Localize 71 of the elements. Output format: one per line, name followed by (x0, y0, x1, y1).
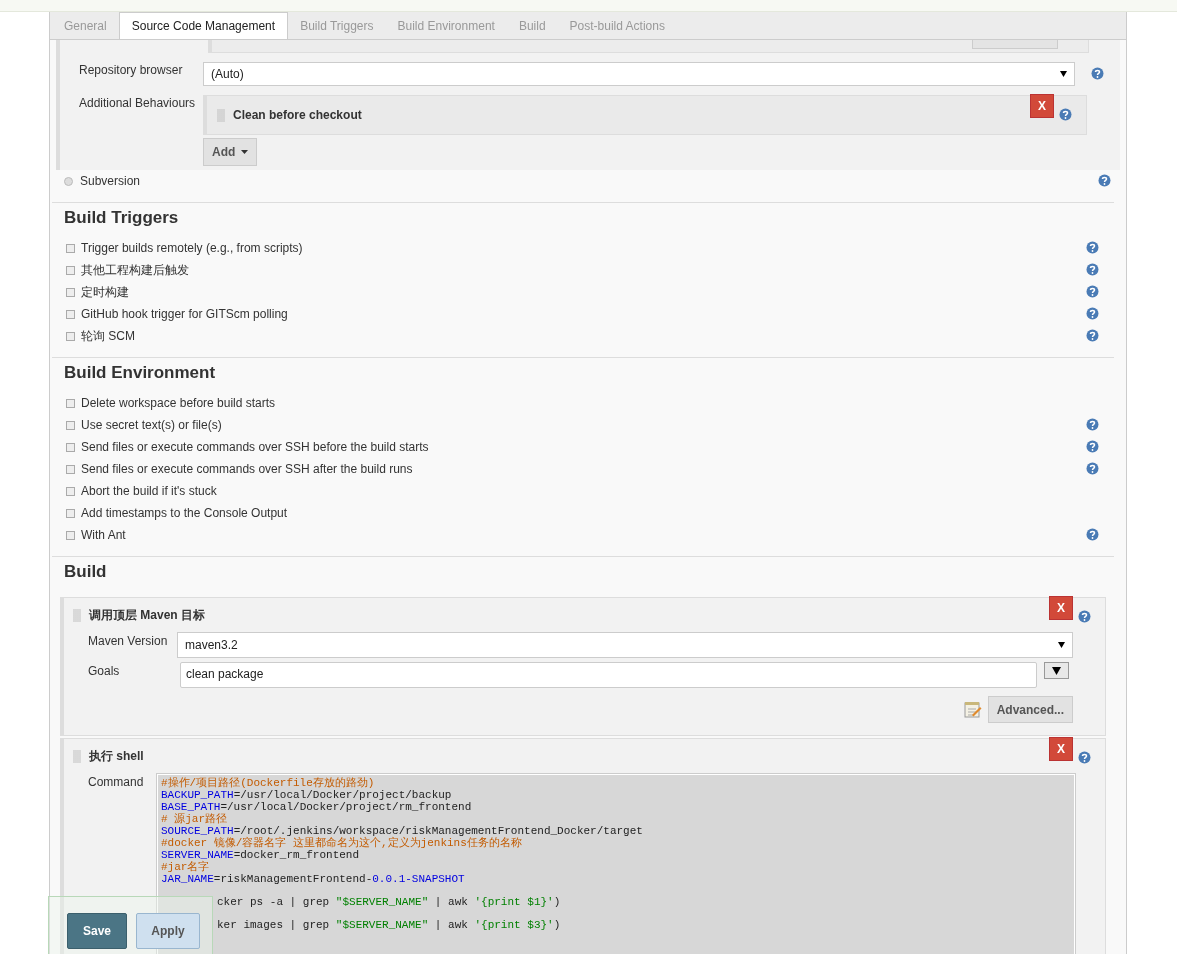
checkbox[interactable] (66, 309, 75, 319)
repository-browser-select[interactable]: (Auto) (203, 62, 1075, 86)
delete-button[interactable]: X (1049, 737, 1073, 761)
caret-icon (1060, 71, 1067, 77)
checkbox[interactable] (66, 287, 75, 297)
caret-icon (241, 150, 249, 154)
caret-icon (1058, 642, 1065, 648)
expand-button[interactable] (1044, 662, 1069, 679)
add-button[interactable]: Add (203, 138, 258, 166)
option-label: Use secret text(s) or file(s) (81, 418, 222, 432)
checkbox[interactable] (66, 398, 75, 408)
drag-handle-icon[interactable] (73, 609, 81, 622)
section-heading: Build Environment (63, 362, 217, 384)
action-button[interactable]: Save (67, 912, 127, 949)
help-icon[interactable] (1086, 285, 1099, 298)
checkbox[interactable] (66, 486, 75, 496)
section-heading: Build Triggers (63, 207, 180, 229)
help-icon[interactable] (1078, 610, 1091, 623)
help-icon[interactable] (1086, 329, 1099, 342)
triangle-icon (1052, 666, 1061, 675)
option-label: Subversion (80, 174, 141, 188)
radio-button[interactable] (64, 176, 73, 186)
step-title: 执行 shell (89, 748, 144, 765)
advanced-button[interactable]: Advanced... (987, 696, 1073, 723)
option-label: GitHub hook trigger for GITScm polling (81, 307, 288, 321)
behaviour-title: Clean before checkout (233, 108, 362, 122)
goals-field[interactable]: clean package (180, 662, 1037, 688)
checkbox[interactable] (66, 331, 75, 341)
option-label: Trigger builds remotely (e.g., from scripts) (81, 241, 303, 255)
help-icon[interactable] (1091, 67, 1104, 80)
field-label: Repository browser (78, 62, 184, 77)
option-label: Send files or execute commands over SSH after the build runs (81, 462, 413, 476)
help-icon[interactable] (1086, 241, 1099, 254)
help-icon[interactable] (1078, 751, 1091, 764)
drag-handle-icon[interactable] (73, 750, 81, 763)
checkbox[interactable] (66, 420, 75, 430)
help-icon[interactable] (1086, 418, 1099, 431)
section-heading: Build (63, 561, 108, 583)
field-label: Goals (87, 663, 121, 678)
notepad-icon[interactable] (963, 701, 982, 718)
help-icon[interactable] (1086, 440, 1099, 453)
checkbox[interactable] (66, 530, 75, 540)
field-label: Maven Version (87, 633, 169, 648)
field-label: Command (87, 774, 145, 789)
help-icon[interactable] (1086, 263, 1099, 276)
step-title: 调用顶层 Maven 目标 (89, 607, 205, 624)
help-icon[interactable] (1098, 174, 1111, 187)
checkbox[interactable] (66, 464, 75, 474)
help-icon[interactable] (1086, 528, 1099, 541)
option-label: 其他工程构建后触发 (81, 261, 189, 279)
option-label: 轮询 SCM (81, 327, 135, 345)
help-icon[interactable] (1086, 307, 1099, 320)
help-icon[interactable] (1086, 462, 1099, 475)
option-label: 定时构建 (81, 283, 129, 301)
checkbox[interactable] (66, 508, 75, 518)
action-button[interactable]: Apply (136, 912, 200, 949)
delete-button[interactable]: X (1030, 94, 1054, 118)
maven-version-select[interactable]: maven3.2 (177, 632, 1073, 658)
checkbox[interactable] (66, 442, 75, 452)
button[interactable] (972, 40, 1058, 49)
help-icon[interactable] (1059, 108, 1072, 121)
option-label: With Ant (81, 528, 126, 542)
field-label: Additional Behaviours (78, 95, 197, 110)
delete-button[interactable]: X (1049, 596, 1073, 620)
option-label: Add timestamps to the Console Output (81, 506, 288, 520)
option-label: Abort the build if it's stuck (81, 484, 217, 498)
option-label: Delete workspace before build starts (81, 396, 276, 410)
tab[interactable]: Source Code Management (118, 12, 289, 39)
checkbox[interactable] (66, 265, 75, 275)
checkbox[interactable] (66, 243, 75, 253)
option-label: Send files or execute commands over SSH before the build starts (81, 440, 429, 454)
